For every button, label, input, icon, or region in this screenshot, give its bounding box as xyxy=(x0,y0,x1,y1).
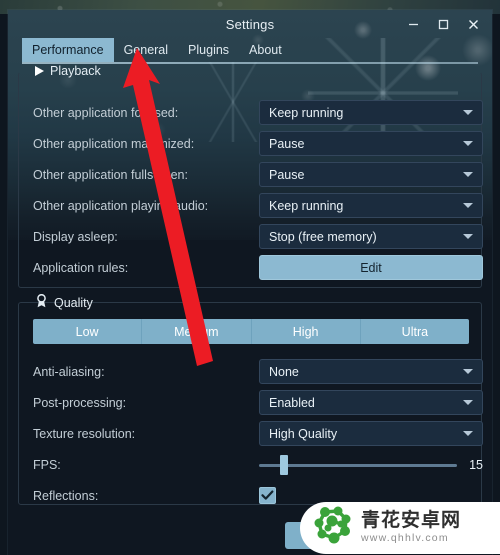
reflections-checkbox[interactable] xyxy=(259,487,276,504)
minimize-icon xyxy=(407,18,420,31)
fps-slider-track[interactable] xyxy=(259,463,457,467)
quality-preset-medium-label: Medium xyxy=(174,324,219,339)
row-display-asleep: Display asleep: Stop (free memory) xyxy=(19,221,483,252)
dropdown-post-processing[interactable]: Enabled xyxy=(259,390,483,415)
tab-plugins-label: Plugins xyxy=(188,43,230,57)
dropdown-other-app-audio-value: Keep running xyxy=(269,198,344,213)
watermark-content: 青花安卓网 www.qhhlv.com xyxy=(292,504,461,551)
edit-button-label: Edit xyxy=(360,260,382,275)
edit-application-rules-button[interactable]: Edit xyxy=(259,255,483,280)
dropdown-other-app-focused[interactable]: Keep running xyxy=(259,100,483,125)
dropdown-display-asleep-value: Stop (free memory) xyxy=(269,229,377,244)
chevron-down-icon xyxy=(463,172,473,177)
quality-group-label: Quality xyxy=(54,295,93,310)
playback-group-title: Playback xyxy=(29,64,107,78)
fps-slider-handle[interactable] xyxy=(280,455,288,475)
quality-preset-low[interactable]: Low xyxy=(33,319,143,344)
row-anti-aliasing: Anti-aliasing: None xyxy=(19,356,483,387)
row-label-other-app-focused: Other application focused: xyxy=(33,105,179,120)
tab-plugins[interactable]: Plugins xyxy=(178,38,239,62)
checkmark-icon xyxy=(261,490,274,501)
tab-about-label: About xyxy=(249,43,282,57)
settings-window: Settings Performance General Plugins Abo… xyxy=(8,10,492,555)
dropdown-other-app-audio[interactable]: Keep running xyxy=(259,193,483,218)
row-label-reflections: Reflections: xyxy=(33,488,99,503)
title-bar: Settings xyxy=(8,10,492,38)
chevron-down-icon xyxy=(463,110,473,115)
chevron-down-icon xyxy=(463,141,473,146)
quality-preset-medium[interactable]: Medium xyxy=(142,319,252,344)
watermark-site-name: 青花安卓网 xyxy=(361,510,462,532)
row-label-fps: FPS: xyxy=(33,457,61,472)
row-label-application-rules: Application rules: xyxy=(33,260,129,275)
row-other-app-fullscreen: Other application fullscreen: Pause xyxy=(19,159,483,190)
quality-preset-high-label: High xyxy=(292,324,319,339)
window-controls xyxy=(398,10,488,38)
molecule-logo-icon xyxy=(312,504,354,551)
tab-about[interactable]: About xyxy=(239,38,292,62)
minimize-button[interactable] xyxy=(398,11,428,37)
dropdown-other-app-maximized-value: Pause xyxy=(269,136,305,151)
chevron-down-icon xyxy=(463,369,473,374)
quality-preset-high[interactable]: High xyxy=(251,319,361,344)
row-application-rules: Application rules: Edit xyxy=(19,252,483,283)
dropdown-display-asleep[interactable]: Stop (free memory) xyxy=(259,224,483,249)
chevron-down-icon xyxy=(463,431,473,436)
playback-group: Playback Other application focused: Keep… xyxy=(18,64,483,288)
quality-preset-low-label: Low xyxy=(75,324,99,339)
quality-group: Quality Low Medium High Ultra Anti-alias… xyxy=(18,293,483,505)
dropdown-anti-aliasing-value: None xyxy=(269,364,299,379)
row-label-other-app-audio: Other application playing audio: xyxy=(33,198,209,213)
chevron-down-icon xyxy=(463,400,473,405)
dropdown-other-app-focused-value: Keep running xyxy=(269,105,344,120)
fps-slider[interactable]: 15 xyxy=(259,452,483,477)
tab-bar: Performance General Plugins About xyxy=(8,38,492,62)
dropdown-other-app-maximized[interactable]: Pause xyxy=(259,131,483,156)
row-fps: FPS: 15 xyxy=(19,449,483,480)
watermark-site-url: www.qhhlv.com xyxy=(361,532,449,545)
fps-slider-value: 15 xyxy=(469,457,483,472)
close-icon xyxy=(467,18,480,31)
maximize-icon xyxy=(437,18,450,31)
row-other-app-maximized: Other application maximized: Pause xyxy=(19,128,483,159)
row-label-texture-resolution: Texture resolution: xyxy=(33,426,136,441)
quality-preset-ultra[interactable]: Ultra xyxy=(360,319,469,344)
dropdown-anti-aliasing[interactable]: None xyxy=(259,359,483,384)
row-texture-resolution: Texture resolution: High Quality xyxy=(19,418,483,449)
quality-preset-segmented-control[interactable]: Low Medium High Ultra xyxy=(33,319,469,344)
row-other-app-focused: Other application focused: Keep running xyxy=(19,97,483,128)
row-label-anti-aliasing: Anti-aliasing: xyxy=(33,364,105,379)
chevron-down-icon xyxy=(463,234,473,239)
tab-general-label: General xyxy=(123,43,169,57)
row-label-other-app-maximized: Other application maximized: xyxy=(33,136,195,151)
playback-group-label: Playback xyxy=(50,64,101,78)
row-label-post-processing: Post-processing: xyxy=(33,395,127,410)
tab-performance[interactable]: Performance xyxy=(22,38,114,62)
maximize-button[interactable] xyxy=(428,11,458,37)
dropdown-texture-resolution-value: High Quality xyxy=(269,426,338,441)
medal-icon xyxy=(35,293,48,311)
tab-general[interactable]: General xyxy=(114,38,178,62)
row-other-app-audio: Other application playing audio: Keep ru… xyxy=(19,190,483,221)
dropdown-other-app-fullscreen[interactable]: Pause xyxy=(259,162,483,187)
close-button[interactable] xyxy=(458,11,488,37)
quality-group-title: Quality xyxy=(29,293,99,311)
dropdown-other-app-fullscreen-value: Pause xyxy=(269,167,305,182)
dropdown-texture-resolution[interactable]: High Quality xyxy=(259,421,483,446)
tab-performance-label: Performance xyxy=(32,43,104,57)
watermark: 青花安卓网 www.qhhlv.com xyxy=(292,500,500,555)
screenshot-root: Settings Performance General Plugins Abo… xyxy=(0,0,500,555)
row-label-display-asleep: Display asleep: xyxy=(33,229,118,244)
watermark-text: 青花安卓网 www.qhhlv.com xyxy=(361,511,461,544)
dropdown-post-processing-value: Enabled xyxy=(269,395,315,410)
chevron-down-icon xyxy=(463,203,473,208)
row-post-processing: Post-processing: Enabled xyxy=(19,387,483,418)
quality-preset-ultra-label: Ultra xyxy=(401,324,429,339)
play-icon xyxy=(35,66,44,76)
row-label-other-app-fullscreen: Other application fullscreen: xyxy=(33,167,188,182)
